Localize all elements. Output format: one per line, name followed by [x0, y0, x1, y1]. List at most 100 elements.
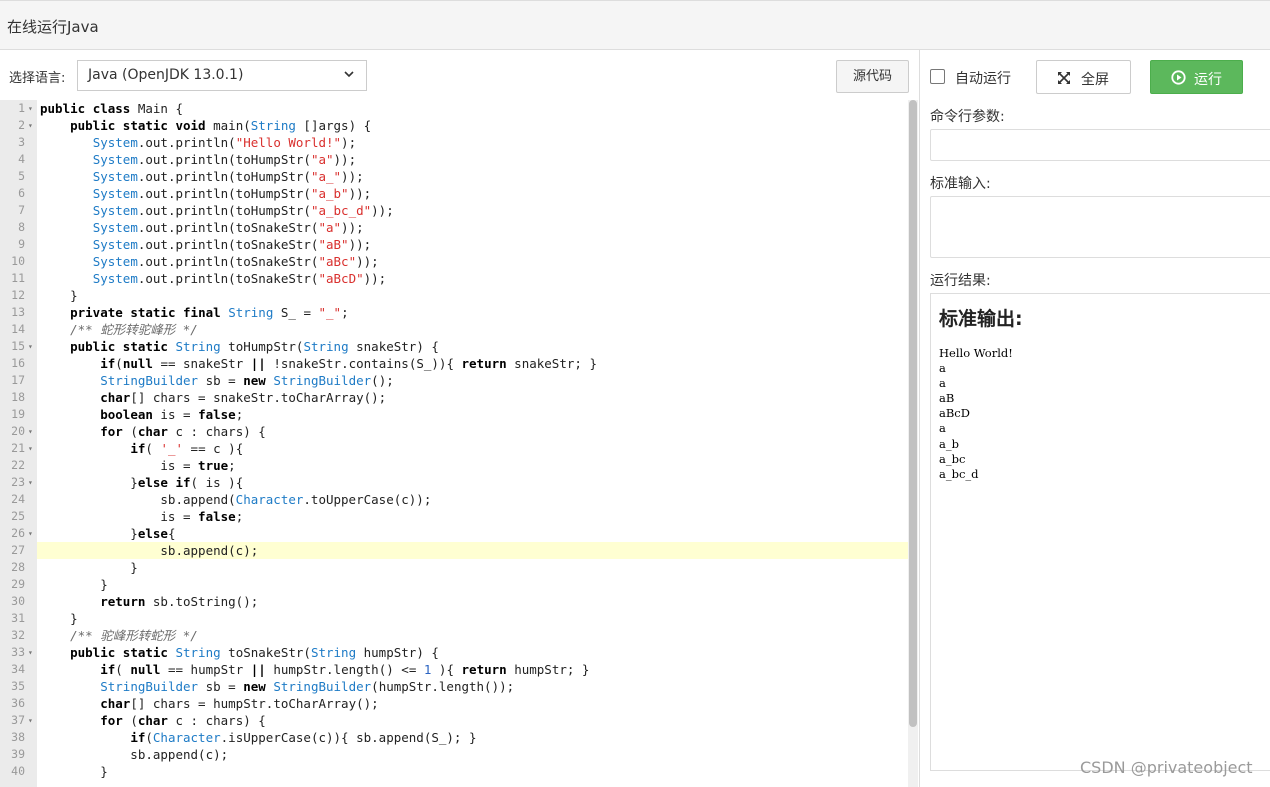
code-line[interactable]: 39 sb.append(c);	[0, 746, 908, 763]
code-line[interactable]: 34 if( null == humpStr || humpStr.length…	[0, 661, 908, 678]
fold-arrow-icon[interactable]: ▾	[28, 525, 33, 542]
code-text: if(Character.isUpperCase(c)){ sb.append(…	[130, 730, 477, 745]
code-line[interactable]: 13 private static final String S_ = "_";	[0, 304, 908, 321]
code-line[interactable]: 17 StringBuilder sb = new StringBuilder(…	[0, 372, 908, 389]
code-line[interactable]: 32 /** 驼峰形转蛇形 */	[0, 627, 908, 644]
fold-arrow-icon[interactable]: ▾	[28, 712, 33, 729]
code-text: /** 驼峰形转蛇形 */	[70, 628, 198, 643]
page-title: 在线运行Java	[7, 18, 99, 36]
code-line[interactable]: 5 System.out.println(toHumpStr("a_"));	[0, 168, 908, 185]
code-line[interactable]: 11 System.out.println(toSnakeStr("aBcD")…	[0, 270, 908, 287]
line-number: 30	[11, 594, 25, 608]
code-line[interactable]: 25 is = false;	[0, 508, 908, 525]
code-line[interactable]: 40 }	[0, 763, 908, 780]
line-number: 39	[11, 747, 25, 761]
stdin-textarea[interactable]	[930, 196, 1270, 258]
code-text: System.out.println("Hello World!");	[92, 135, 357, 150]
stdout-line: a	[939, 421, 946, 436]
code-line[interactable]: 20 ▾ for (char c : chars) {	[0, 423, 908, 440]
line-number: 15	[11, 339, 25, 353]
code-lines: 1 ▾ public class Main {2 ▾ public static vo…	[0, 100, 908, 780]
code-text: public class Main {	[40, 101, 184, 116]
code-line[interactable]: 6 System.out.println(toHumpStr("a_b"));	[0, 185, 908, 202]
line-number: 33	[11, 645, 25, 659]
code-text: is = false;	[40, 509, 244, 524]
code-line[interactable]: 38 if(Character.isUpperCase(c)){ sb.appe…	[0, 729, 908, 746]
line-number: 26	[11, 526, 25, 540]
fold-arrow-icon[interactable]: ▾	[28, 117, 33, 134]
auto-run-checkbox[interactable]	[930, 69, 945, 84]
code-line[interactable]: 10 System.out.println(toSnakeStr("aBc"))…	[0, 253, 908, 270]
code-line[interactable]: 30 return sb.toString();	[0, 593, 908, 610]
line-number: 31	[11, 611, 25, 625]
code-line[interactable]: 31 }	[0, 610, 908, 627]
code-line[interactable]: 22 is = true;	[0, 457, 908, 474]
code-text: if( '_' == c ){	[130, 441, 244, 456]
code-line[interactable]: 1 ▾ public class Main {	[0, 100, 908, 117]
args-label: 命令行参数:	[930, 109, 1005, 125]
code-line[interactable]: 23 ▾ }else if( is ){	[0, 474, 908, 491]
chevron-down-icon	[344, 71, 354, 78]
fullscreen-button[interactable]: 全屏	[1036, 60, 1131, 94]
result-label: 运行结果:	[930, 273, 991, 289]
editor-scrollbar-thumb[interactable]	[909, 100, 917, 727]
fold-arrow-icon[interactable]: ▾	[28, 474, 33, 491]
code-text: System.out.println(toSnakeStr("aBc"));	[92, 254, 379, 269]
code-line[interactable]: 7 System.out.println(toHumpStr("a_bc_d")…	[0, 202, 908, 219]
result-panel: 标准输出: Hello World! a a aB aBcD a a_b a_bc a_bc_d	[930, 293, 1270, 771]
code-line[interactable]: 24 sb.append(Character.toUpperCase(c));	[0, 491, 908, 508]
line-number: 36	[11, 696, 25, 710]
args-input[interactable]	[930, 129, 1270, 161]
language-select[interactable]: Java (OpenJDK 13.0.1)	[77, 60, 367, 91]
code-text: is = true;	[40, 458, 236, 473]
fold-arrow-icon[interactable]: ▾	[28, 440, 33, 457]
line-number: 12	[11, 288, 25, 302]
code-line[interactable]: 9 System.out.println(toSnakeStr("aB"));	[0, 236, 908, 253]
line-number: 32	[11, 628, 25, 642]
code-line[interactable]: 33 ▾ public static String toSnakeStr(Stri…	[0, 644, 908, 661]
code-line[interactable]: 26 ▾ }else{	[0, 525, 908, 542]
fold-arrow-icon[interactable]: ▾	[28, 338, 33, 355]
code-line[interactable]: 12 }	[0, 287, 908, 304]
run-button[interactable]: 运行	[1150, 60, 1243, 94]
fold-arrow-icon[interactable]: ▾	[28, 100, 33, 117]
code-line[interactable]: 16 if(null == snakeStr || !snakeStr.cont…	[0, 355, 908, 372]
code-line[interactable]: 3 System.out.println("Hello World!");	[0, 134, 908, 151]
code-line[interactable]: 18 char[] chars = snakeStr.toCharArray()…	[0, 389, 908, 406]
line-number: 35	[11, 679, 25, 693]
code-line[interactable]: 27 sb.append(c);	[0, 542, 908, 559]
code-line[interactable]: 29 }	[0, 576, 908, 593]
editor-scrollbar[interactable]	[908, 100, 918, 787]
line-number: 13	[11, 305, 25, 319]
line-number: 22	[11, 458, 25, 472]
code-line[interactable]: 14 /** 蛇形转驼峰形 */	[0, 321, 908, 338]
code-line[interactable]: 36 char[] chars = humpStr.toCharArray();	[0, 695, 908, 712]
code-line[interactable]: 21 ▾ if( '_' == c ){	[0, 440, 908, 457]
line-number: 18	[11, 390, 25, 404]
stdout-line: Hello World!	[939, 346, 1013, 360]
line-number: 28	[11, 560, 25, 574]
code-line[interactable]: 35 StringBuilder sb = new StringBuilder(…	[0, 678, 908, 695]
code-text: return sb.toString();	[100, 594, 259, 609]
code-text: }	[40, 288, 78, 303]
line-number: 4	[18, 152, 25, 166]
line-number: 27	[0, 542, 25, 559]
code-line[interactable]: 37 ▾ for (char c : chars) {	[0, 712, 908, 729]
fold-arrow-icon[interactable]: ▾	[28, 644, 33, 661]
code-text: System.out.println(toHumpStr("a_bc_d"));	[92, 203, 394, 218]
code-line[interactable]: 8 System.out.println(toSnakeStr("a"));	[0, 219, 908, 236]
code-editor[interactable]: 1 ▾ public class Main {2 ▾ public static vo…	[0, 100, 920, 787]
code-line[interactable]: 2 ▾ public static void main(String []args…	[0, 117, 908, 134]
code-line[interactable]: 4 System.out.println(toHumpStr("a"));	[0, 151, 908, 168]
line-number: 23	[11, 475, 25, 489]
code-line[interactable]: 28 }	[0, 559, 908, 576]
code-line[interactable]: 15 ▾ public static String toHumpStr(Strin…	[0, 338, 908, 355]
fullscreen-label: 全屏	[1081, 72, 1109, 88]
line-number: 9	[18, 237, 25, 251]
code-text: System.out.println(toHumpStr("a_"));	[92, 169, 364, 184]
fold-arrow-icon[interactable]: ▾	[28, 423, 33, 440]
line-number: 20	[11, 424, 25, 438]
code-line[interactable]: 19 boolean is = false;	[0, 406, 908, 423]
line-number: 11	[11, 271, 25, 285]
source-code-button[interactable]: 源代码	[836, 60, 909, 93]
